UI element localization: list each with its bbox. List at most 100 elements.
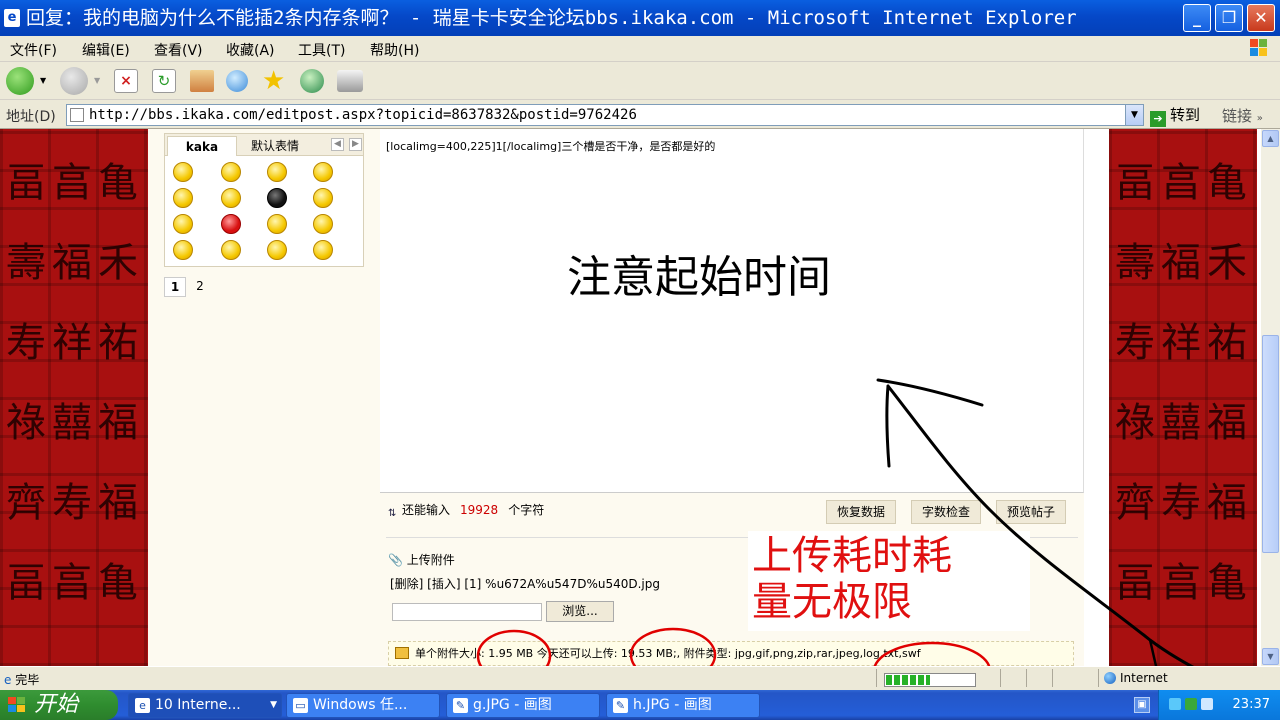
status-divider [1000,669,1001,687]
tab-default-smilies[interactable]: 默认表情 [245,136,305,156]
vertical-scrollbar[interactable]: ▲ ▼ [1261,129,1280,666]
paint-task-icon: ✎ [453,698,468,713]
smiley-icon[interactable] [267,240,287,260]
favorites-star-icon[interactable]: ★ [262,68,285,94]
smilies-page-2[interactable]: 2 [192,277,208,297]
menu-file[interactable]: 文件(F) [10,40,57,60]
links-label: 链接 [1222,107,1253,125]
go-button[interactable]: ➔ 转到 [1150,104,1200,127]
ie-task-icon: e [135,698,150,713]
window-title: 回复：我的电脑为什么不能插2条内存条啊？ - 瑞星卡卡安全论坛bbs.ikaka… [26,7,1077,29]
smiley-icon[interactable] [313,162,333,182]
smiley-icon[interactable] [173,162,193,182]
status-page-icon: e [4,673,12,687]
annotation-start-time: 注意起始时间 [567,252,831,303]
taskbar: 开始 e 10 Interne... ▼ ▭ Windows 任... ✎ g.JPG… [0,690,1280,720]
annotation-upload-line2: 量无极限 [752,579,912,625]
menu-view[interactable]: 查看(V) [154,40,203,60]
smiley-icon[interactable] [313,188,333,208]
smilies-tabs: kaka 默认表情 ◀ ▶ [165,134,363,156]
close-button[interactable]: ✕ [1247,4,1275,32]
scroll-thumb[interactable] [1262,335,1279,553]
status-text: e 完毕 [4,671,39,688]
smiley-icon[interactable] [313,214,333,234]
smiley-icon[interactable] [221,240,241,260]
links-button[interactable]: 链接 » [1222,105,1263,126]
tray-volume-icon[interactable] [1201,698,1213,710]
stop-icon[interactable]: × [114,69,138,93]
preview-post-button[interactable]: 预览帖子 [996,500,1067,524]
task-windows-manager[interactable]: ▭ Windows 任... [286,693,440,718]
smiley-icon[interactable] [267,162,287,182]
right-decorative-background: 畐亯亀 壽福禾 寿祥祐 祿囍福 齊寿福 畐亯亀 [1109,129,1257,666]
maximize-button[interactable]: ❐ [1215,4,1243,32]
back-dropdown-icon[interactable]: ▼ [40,76,46,85]
status-divider [1052,669,1053,687]
task-label: 10 Interne... [155,697,241,713]
smilies-prev-icon[interactable]: ◀ [331,138,344,151]
smiley-icon[interactable] [173,240,193,260]
resize-icon[interactable]: ⇅ [388,508,402,522]
smiley-icon[interactable] [221,162,241,182]
menu-tools[interactable]: 工具(T) [298,40,345,60]
clock[interactable]: 23:37 [1233,697,1270,712]
upload-limits-info: 单个附件大小: 1.95 MB 今天还可以上传: 19.53 MB;, 附件类型… [388,641,1074,666]
forward-icon[interactable] [60,67,88,95]
counter-prefix: 还能输入 [402,503,451,517]
post-editor[interactable]: [localimg=400,225]1[/localimg]三个槽是否干净，是否… [380,129,1084,493]
smilies-panel: kaka 默认表情 ◀ ▶ [164,133,364,267]
smiley-icon[interactable] [313,240,333,260]
smiley-icon[interactable] [267,214,287,234]
globe-icon [1104,672,1116,684]
refresh-icon[interactable]: ↻ [152,69,176,93]
upload-limits-text: 单个附件大小: 1.95 MB 今天还可以上传: 19.53 MB;, 附件类型… [415,647,921,660]
menu-bar: 文件(F) 编辑(E) 查看(V) 收藏(A) 工具(T) 帮助(H) [0,36,1280,62]
back-icon[interactable] [6,67,34,95]
task-label: g.JPG - 画图 [473,697,552,713]
file-input[interactable] [392,603,542,621]
status-label: 完毕 [15,673,40,687]
word-count-button[interactable]: 字数检查 [911,500,982,524]
address-url[interactable]: http://bbs.ikaka.com/editpost.aspx?topic… [89,107,637,123]
task-internet-explorer[interactable]: e 10 Interne... ▼ [128,693,282,718]
search-icon[interactable] [226,70,248,92]
menu-help[interactable]: 帮助(H) [370,40,419,60]
task-label: Windows 任... [313,697,408,713]
quick-launch-icon[interactable]: ▣ [1134,697,1150,713]
task-paint-h[interactable]: ✎ h.JPG - 画图 [606,693,760,718]
minimize-button[interactable]: _ [1183,4,1211,32]
status-bar: e 完毕 Internet [0,666,1280,690]
smiley-icon[interactable] [221,214,241,234]
home-icon[interactable] [190,70,214,92]
forward-dropdown-icon[interactable]: ▼ [94,76,100,85]
smiley-icon[interactable] [173,214,193,234]
browse-button[interactable]: 浏览... [546,601,614,622]
tray-security-icon[interactable] [1185,698,1197,710]
page-icon [70,108,84,122]
go-arrow-icon: ➔ [1150,111,1166,127]
editor-text: [localimg=400,225]1[/localimg]三个槽是否干净，是否… [386,140,716,153]
address-bar: 地址(D) http://bbs.ikaka.com/editpost.aspx… [0,100,1280,129]
task-paint-g[interactable]: ✎ g.JPG - 画图 [446,693,600,718]
menu-edit[interactable]: 编辑(E) [82,40,130,60]
address-dropdown-icon[interactable]: ▼ [1125,105,1143,125]
smilies-page-1[interactable]: 1 [164,277,186,297]
print-icon[interactable] [337,70,363,92]
start-button[interactable]: 开始 [0,690,118,720]
ie-icon[interactable]: e [4,9,20,27]
tab-kaka[interactable]: kaka [167,136,237,156]
smilies-next-icon[interactable]: ▶ [349,138,362,151]
history-icon[interactable] [300,69,324,93]
address-input[interactable]: http://bbs.ikaka.com/editpost.aspx?topic… [66,104,1144,126]
smiley-icon[interactable] [267,188,287,208]
attachment-line[interactable]: [删除] [插入] [1] %u672A%u547D%u540D.jpg [390,575,660,592]
tray-network-icon[interactable] [1169,698,1181,710]
restore-data-button[interactable]: 恢复数据 [826,500,897,524]
smiley-icon[interactable] [221,188,241,208]
smiley-icon[interactable] [173,188,193,208]
scroll-down-icon[interactable]: ▼ [1262,648,1279,665]
menu-favorites[interactable]: 收藏(A) [226,40,275,60]
title-bar: e 回复：我的电脑为什么不能插2条内存条啊？ - 瑞星卡卡安全论坛bbs.ika… [0,0,1280,36]
scroll-up-icon[interactable]: ▲ [1262,130,1279,147]
page-content: 畐亯亀 壽福禾 寿祥祐 祿囍福 齊寿福 畐亯亀 kaka 默认表情 ◀ ▶ 1 … [0,129,1261,666]
